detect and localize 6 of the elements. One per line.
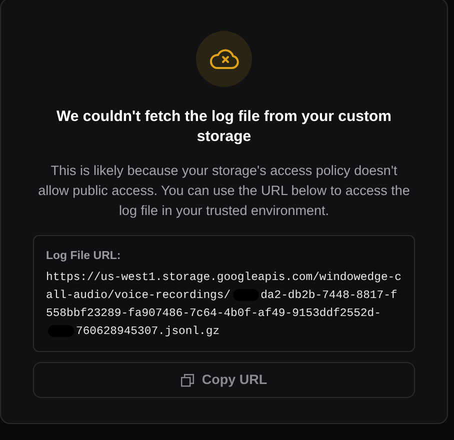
dialog-title: We couldn't fetch the log file from your custom storage (56, 107, 392, 147)
cloud-error-icon (209, 48, 239, 70)
copy-icon (180, 374, 194, 387)
url-label: Log File URL: (46, 249, 122, 264)
description-text: This is likely because your storage's access policy doesn't allow public access. You can use the URL below to access the log file in your trusted environment. (37, 162, 411, 220)
url-text: https://us-west1.storage.googleapis.com/windowedge-call-audio/voice-recordings/ da2-db2b-7448-8817-f558bbf23289-fa907486-7c64-4b0f-af49-9153ddf2552d- 760628945307.jsonl.gz (46, 270, 402, 340)
